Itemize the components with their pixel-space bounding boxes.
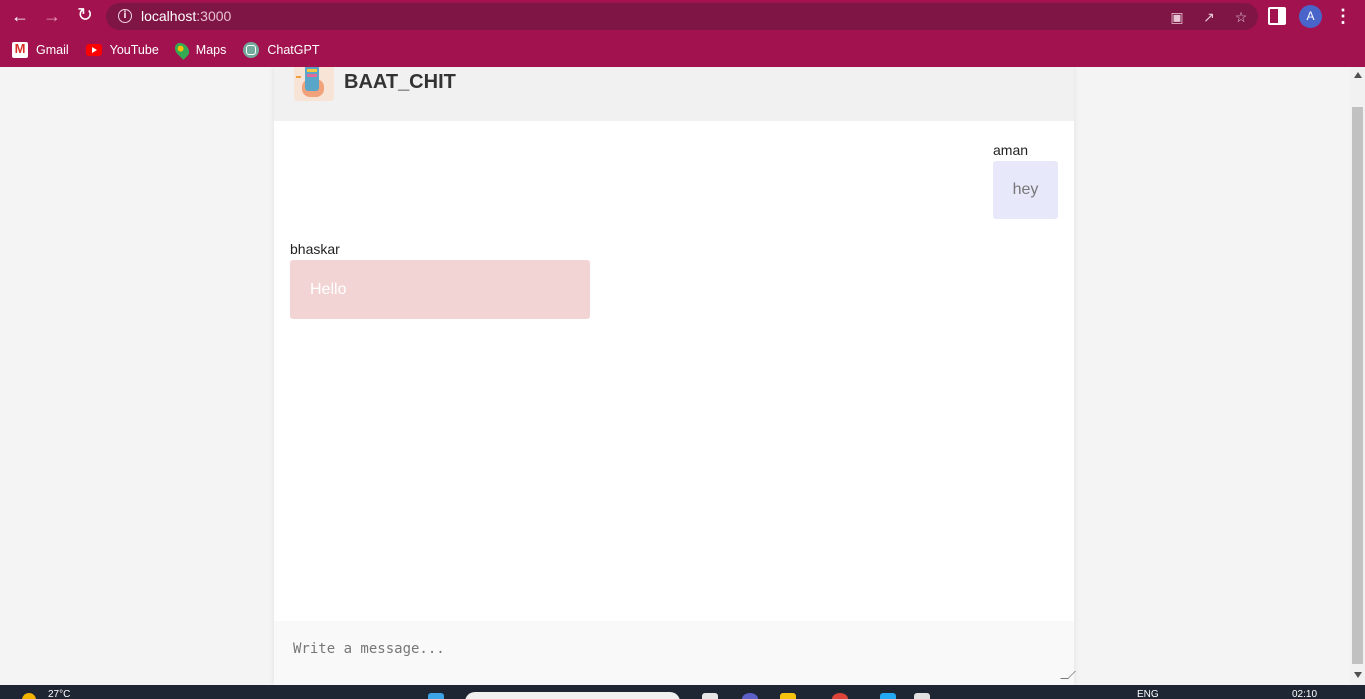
youtube-icon (85, 44, 102, 56)
message-sender: bhaskar (290, 241, 340, 257)
reload-icon[interactable]: ↻ (73, 5, 97, 27)
maps-icon (171, 40, 192, 60)
browser-toolbar: ← → ↻ i localhost:3000 ▣ ↗ ☆ A ⋮ (0, 0, 1365, 33)
gmail-icon (12, 41, 28, 58)
message-bubble: Hello (290, 260, 590, 319)
taskbar: 27°C ENG 02:10 (0, 685, 1365, 699)
message-sender: aman (993, 142, 1029, 158)
message-input[interactable] (274, 621, 1074, 681)
chat-window: BAAT_CHIT aman hey bhaskar Hello (274, 67, 1076, 685)
forward-arrow-icon[interactable]: → (40, 5, 64, 27)
bookmark-star-icon[interactable]: ☆ (1232, 8, 1250, 26)
bookmark-label: Maps (195, 43, 227, 57)
message-text: Hello (310, 280, 347, 298)
chatgpt-icon (243, 42, 260, 58)
message-bubble: hey (993, 161, 1058, 219)
share-icon[interactable]: ↗ (1200, 8, 1218, 26)
chrome-taskbar-icon[interactable] (832, 693, 848, 699)
clock[interactable]: 02:10 (1292, 689, 1317, 699)
scroll-thumb[interactable] (1352, 107, 1363, 664)
chat-header: BAAT_CHIT (274, 67, 1074, 121)
taskbar-app-icon[interactable] (914, 693, 930, 699)
bookmark-maps[interactable]: Maps (171, 40, 227, 60)
taskbar-app-icon[interactable] (880, 693, 896, 699)
scroll-up-arrow-icon[interactable] (1354, 72, 1362, 78)
bookmark-label: Gmail (36, 43, 69, 57)
side-panel-icon[interactable] (1268, 7, 1286, 25)
taskbar-app-icon[interactable] (702, 693, 718, 699)
taskbar-app-icon[interactable] (780, 693, 796, 699)
more-menu-icon[interactable]: ⋮ (1334, 5, 1352, 27)
weather-icon[interactable] (22, 693, 36, 699)
message-text: hey (1012, 181, 1039, 198)
app-title: BAAT_CHIT (344, 71, 456, 93)
page-viewport: BAAT_CHIT aman hey bhaskar Hello (0, 67, 1350, 685)
scroll-down-arrow-icon[interactable] (1354, 672, 1362, 678)
address-bar[interactable]: i localhost:3000 ▣ ↗ ☆ (106, 3, 1258, 30)
bookmark-label: ChatGPT (267, 43, 320, 57)
taskbar-search[interactable] (465, 692, 680, 699)
start-icon[interactable] (428, 693, 444, 699)
bookmark-gmail[interactable]: Gmail (12, 41, 69, 58)
site-info-icon[interactable]: i (118, 9, 132, 23)
back-arrow-icon[interactable]: ← (8, 5, 32, 27)
url-text[interactable]: localhost:3000 (141, 8, 231, 24)
message-composer (274, 621, 1076, 685)
vertical-scrollbar[interactable] (1350, 67, 1365, 685)
bookmark-label: YouTube (109, 43, 159, 57)
bookmarks-bar: Gmail YouTube Maps ChatGPT (0, 33, 1365, 67)
profile-avatar[interactable]: A (1299, 5, 1322, 28)
bookmark-chatgpt[interactable]: ChatGPT (243, 42, 319, 58)
taskbar-app-icon[interactable] (742, 693, 758, 699)
bookmark-youtube[interactable]: YouTube (85, 43, 159, 57)
language-indicator[interactable]: ENG (1137, 689, 1159, 699)
app-logo (294, 67, 334, 101)
temperature: 27°C (48, 689, 71, 699)
translate-icon[interactable]: ▣ (1168, 8, 1186, 26)
